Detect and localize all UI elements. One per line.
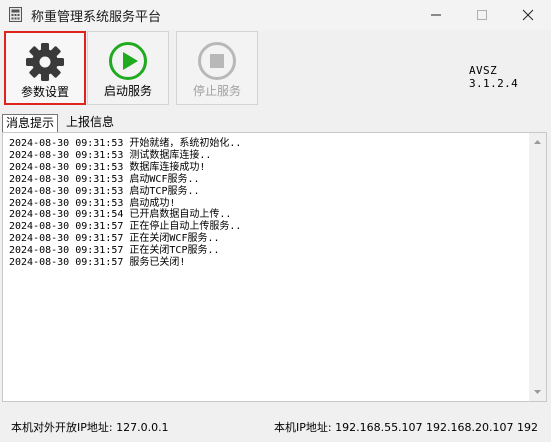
local-ip-status: 本机IP地址: 192.168.55.107 192.168.20.107 19… [274, 421, 539, 434]
log-line: 2024-08-30 09:31:53 开始就绪，系统初始化.. [9, 138, 242, 149]
log-line: 2024-08-30 09:31:53 启动成功! [9, 197, 176, 209]
maximize-icon [477, 10, 487, 20]
title-bar[interactable]: 称重管理系统服务平台 [0, 0, 551, 30]
gear-icon [26, 43, 64, 81]
message-log[interactable]: 2024-08-30 09:31:53 开始就绪，系统初始化.. 2024-08-… [2, 132, 547, 402]
window-title: 称重管理系统服务平台 [31, 10, 162, 25]
log-line: 2024-08-30 09:31:54 已开启数据自动上传.. [9, 209, 232, 221]
vertical-scrollbar[interactable] [529, 133, 546, 401]
start-service-label: 启动服务 [103, 84, 152, 98]
app-icon [9, 7, 22, 22]
minimize-icon [431, 14, 441, 16]
maximize-button[interactable] [459, 0, 505, 30]
minimize-button[interactable] [413, 0, 459, 30]
stop-icon [198, 42, 236, 80]
tab-messages[interactable]: 消息提示 [2, 114, 59, 132]
log-line: 2024-08-30 09:31:53 启动TCP服务.. [9, 185, 200, 197]
log-line: 2024-08-30 09:31:53 测试数据库连接.. [9, 149, 212, 161]
close-button[interactable] [505, 0, 551, 30]
version-label: AVSZ 3.1.2.4 [469, 64, 519, 90]
log-line: 2024-08-30 09:31:53 数据库连接成功! [9, 161, 206, 173]
log-line: 2024-08-30 09:31:57 正在停止自动上传服务.. [9, 221, 242, 233]
scroll-down-icon[interactable] [529, 388, 546, 396]
settings-button-label: 参数设置 [20, 85, 69, 99]
log-line: 2024-08-30 09:31:57 服务已关闭! [9, 257, 186, 268]
start-service-button[interactable]: 启动服务 [87, 31, 169, 105]
scroll-up-icon[interactable] [529, 138, 546, 146]
log-line: 2024-08-30 09:31:57 正在关闭WCF服务.. [9, 233, 220, 245]
settings-button[interactable]: 参数设置 [4, 31, 86, 105]
public-ip-status: 本机对外开放IP地址: 127.0.0.1 [11, 421, 169, 434]
log-line: 2024-08-30 09:31:53 启动WCF服务.. [9, 173, 200, 185]
tab-report-info[interactable]: 上报信息 [66, 114, 114, 132]
play-icon [109, 42, 147, 80]
stop-service-label: 停止服务 [192, 84, 241, 98]
close-icon [522, 9, 534, 21]
log-line: 2024-08-30 09:31:57 正在关闭TCP服务.. [9, 245, 220, 257]
stop-service-button[interactable]: 停止服务 [176, 31, 258, 105]
